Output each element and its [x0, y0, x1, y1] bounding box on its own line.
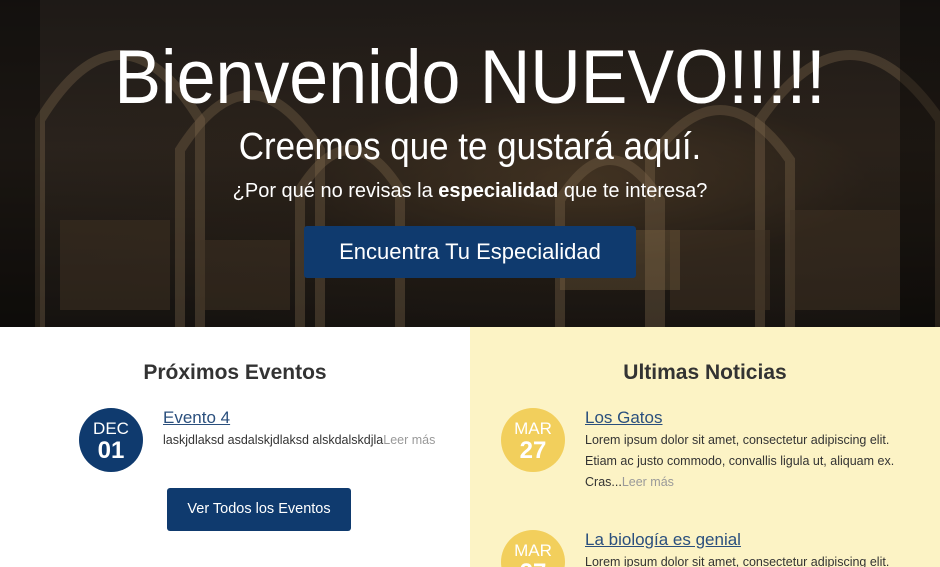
- hero-title: Bienvenido NUEVO!!!!!: [114, 35, 826, 120]
- news-date-badge: MAR 27: [501, 530, 565, 567]
- event-month: DEC: [93, 419, 129, 438]
- news-text-line: Lorem ipsum dolor sit amet, consectetur …: [585, 433, 890, 447]
- news-text-end: Cras...: [585, 475, 622, 489]
- event-text: laskjdlaksd asdalskjdlaksd alskdalskdjla: [163, 433, 384, 447]
- hero-question: ¿Por qué no revisas la especialidad que …: [0, 178, 940, 204]
- news-month: MAR: [514, 541, 552, 560]
- hero-question-bold: especialidad: [438, 180, 559, 202]
- event-date-badge: DEC 01: [79, 408, 143, 472]
- news-date-badge: MAR 27: [501, 408, 565, 472]
- upcoming-events-section: Próximos Eventos DEC 01 Evento 4 laskjdl…: [0, 327, 470, 567]
- hero-question-post: que te interesa?: [558, 180, 708, 202]
- find-specialty-button[interactable]: Encuentra Tu Especialidad: [304, 226, 636, 278]
- news-description: Lorem ipsum dolor sit amet, consectetur …: [585, 552, 925, 567]
- hero-banner: Bienvenido NUEVO!!!!! Creemos que te gus…: [0, 0, 940, 327]
- events-title: Próximos Eventos: [143, 361, 327, 384]
- news-day: 27: [501, 560, 565, 567]
- news-text-line: Cras...Leer más: [585, 472, 925, 493]
- hero-question-pre: ¿Por qué no revisas la: [232, 180, 439, 202]
- hero-subtitle: Creemos que te gustará aquí.: [238, 126, 702, 168]
- news-title-link[interactable]: La biología es genial: [585, 529, 741, 551]
- event-read-more-link[interactable]: Leer más: [383, 433, 435, 447]
- news-day: 27: [519, 437, 547, 464]
- event-day: 01: [97, 437, 125, 464]
- news-text-line: Lorem ipsum dolor sit amet, consectetur …: [585, 555, 890, 567]
- news-text-line: Etiam ac justo commodo, convallis ligula…: [585, 454, 895, 468]
- view-all-events-button[interactable]: Ver Todos los Eventos: [167, 488, 351, 531]
- news-title: Ultimas Noticias: [623, 361, 787, 384]
- event-title-link[interactable]: Evento 4: [163, 407, 230, 429]
- news-description: Lorem ipsum dolor sit amet, consectetur …: [585, 430, 925, 493]
- latest-news-section: Ultimas Noticias MAR 27 Los Gatos Lorem …: [470, 327, 940, 567]
- event-description: laskjdlaksd asdalskjdlaksd alskdalskdjla…: [163, 430, 463, 451]
- news-title-link[interactable]: Los Gatos: [585, 407, 663, 429]
- news-read-more-link[interactable]: Leer más: [622, 475, 674, 489]
- news-month: MAR: [514, 419, 552, 438]
